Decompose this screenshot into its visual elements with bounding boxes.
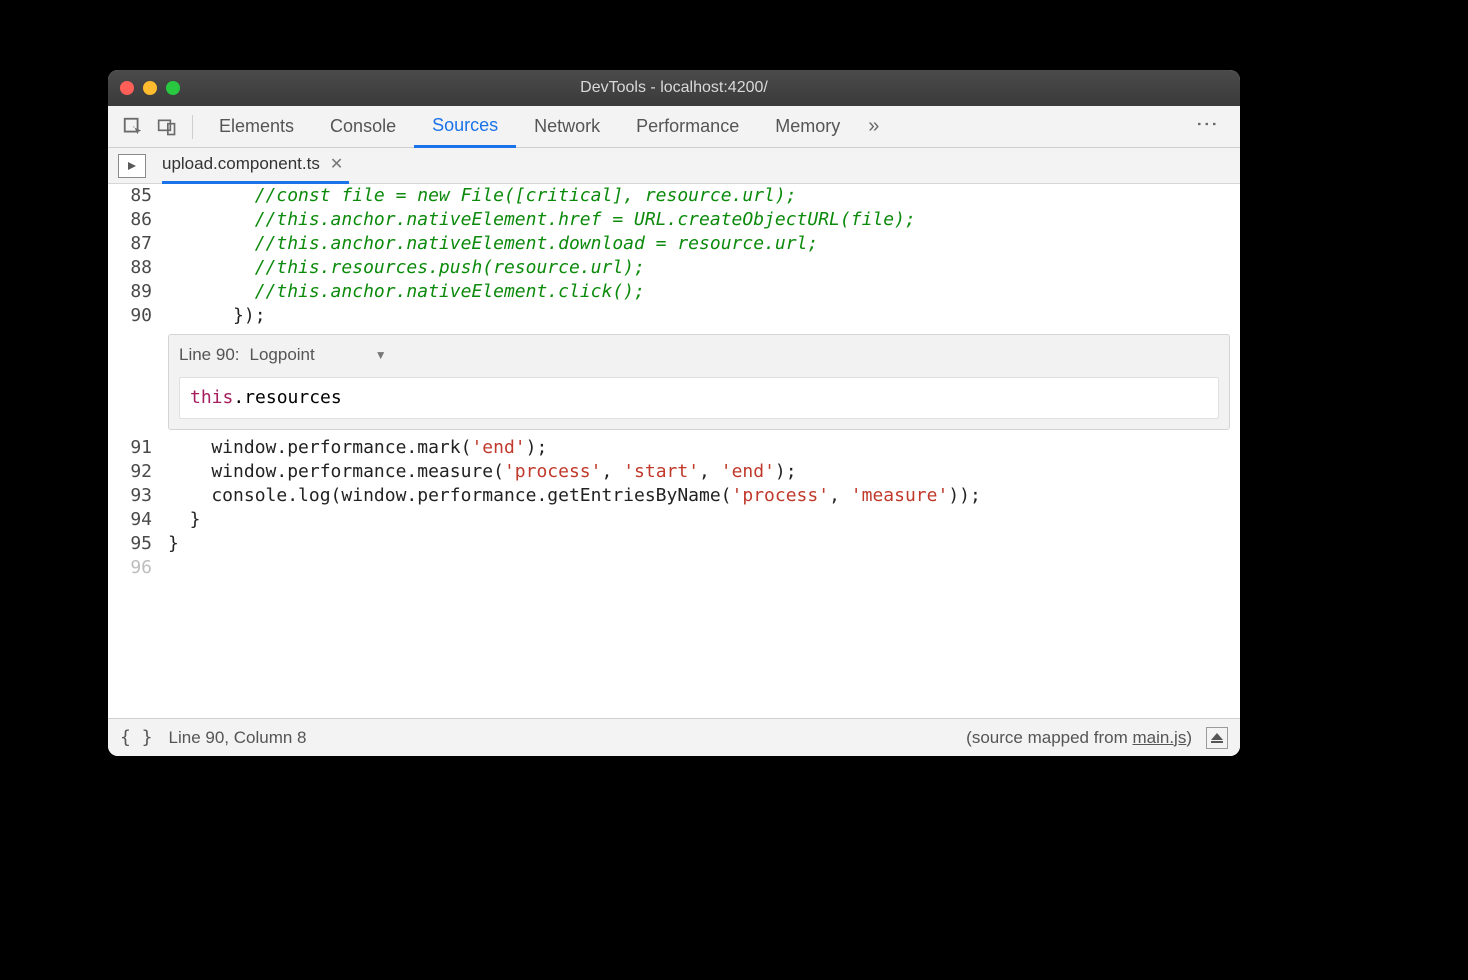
pretty-print-icon[interactable]: { } [120,727,153,748]
line-content: //this.anchor.nativeElement.click(); [162,280,1240,304]
line-content: //this.anchor.nativeElement.href = URL.c… [162,208,1240,232]
line-number[interactable]: 89 [108,280,162,304]
traffic-lights [120,81,180,95]
minimize-window-button[interactable] [143,81,157,95]
file-tab-label: upload.component.ts [162,154,320,174]
window-title: DevTools - localhost:4200/ [108,79,1240,97]
navigator-toggle-icon[interactable] [118,154,146,178]
devtools-window: DevTools - localhost:4200/ ElementsConso… [108,70,1240,756]
line-content: //this.resources.push(resource.url); [162,256,1240,280]
line-number[interactable]: 90 [108,304,162,328]
show-drawer-icon[interactable] [1206,727,1228,749]
line-number[interactable]: 92 [108,460,162,484]
code-line[interactable]: 86 //this.anchor.nativeElement.href = UR… [108,208,1240,232]
line-number[interactable]: 94 [108,508,162,532]
more-options-button[interactable]: ⋮ [1182,113,1232,141]
status-bar: { } Line 90, Column 8 (source mapped fro… [108,718,1240,756]
tab-memory[interactable]: Memory [757,106,858,148]
line-content: window.performance.mark('end'); [162,436,1240,460]
zoom-window-button[interactable] [166,81,180,95]
code-line[interactable]: 93 console.log(window.performance.getEnt… [108,484,1240,508]
code-line[interactable]: 89 //this.anchor.nativeElement.click(); [108,280,1240,304]
tab-performance[interactable]: Performance [618,106,757,148]
chevron-down-icon: ▼ [375,343,387,367]
code-line[interactable]: 95} [108,532,1240,556]
close-file-tab-icon[interactable]: ✕ [330,154,343,174]
line-content: } [162,532,1240,556]
code-line[interactable]: 91 window.performance.mark('end'); [108,436,1240,460]
code-line[interactable]: 85 //const file = new File([critical], r… [108,184,1240,208]
code-line[interactable]: 94 } [108,508,1240,532]
code-line[interactable]: 87 //this.anchor.nativeElement.download … [108,232,1240,256]
logpoint-line-label: Line 90: [179,343,240,367]
tab-sources[interactable]: Sources [414,106,516,148]
logpoint-expression-input[interactable]: this.resources [179,377,1219,419]
code-line[interactable]: 90 }); [108,304,1240,328]
file-tab[interactable]: upload.component.ts ✕ [162,148,349,184]
tab-network[interactable]: Network [516,106,618,148]
code-line[interactable]: 88 //this.resources.push(resource.url); [108,256,1240,280]
line-number[interactable]: 87 [108,232,162,256]
breakpoint-type-select[interactable]: Logpoint ▼ [250,343,393,367]
line-number[interactable]: 93 [108,484,162,508]
line-content: }); [162,304,1240,328]
inspect-element-icon[interactable] [120,114,146,140]
main-tabs: ElementsConsoleSourcesNetworkPerformance… [108,106,1240,148]
divider [192,115,193,139]
tab-console[interactable]: Console [312,106,414,148]
logpoint-panel: Line 90: Logpoint ▼ this.resources [168,334,1230,430]
line-content: //this.anchor.nativeElement.download = r… [162,232,1240,256]
code-line[interactable]: 92 window.performance.measure('process',… [108,460,1240,484]
line-content: console.log(window.performance.getEntrie… [162,484,1240,508]
device-toggle-icon[interactable] [154,114,180,140]
line-content: } [162,508,1240,532]
line-number[interactable]: 91 [108,436,162,460]
titlebar: DevTools - localhost:4200/ [108,70,1240,106]
code-editor[interactable]: 85 //const file = new File([critical], r… [108,184,1240,718]
close-window-button[interactable] [120,81,134,95]
tabs-overflow-button[interactable]: » [858,115,889,138]
line-number[interactable]: 96 [108,556,162,580]
line-number[interactable]: 88 [108,256,162,280]
code-line[interactable]: 96 [108,556,1240,580]
line-content: //const file = new File([critical], reso… [162,184,1240,208]
breakpoint-type-label: Logpoint [250,343,315,367]
line-content [162,556,1240,580]
line-number[interactable]: 86 [108,208,162,232]
line-number[interactable]: 85 [108,184,162,208]
file-tabs-row: upload.component.ts ✕ [108,148,1240,184]
tab-elements[interactable]: Elements [201,106,312,148]
cursor-position: Line 90, Column 8 [169,728,307,748]
line-content: window.performance.measure('process', 's… [162,460,1240,484]
source-map-link[interactable]: main.js [1132,728,1186,747]
line-number[interactable]: 95 [108,532,162,556]
source-map-info: (source mapped from main.js) [966,728,1192,748]
